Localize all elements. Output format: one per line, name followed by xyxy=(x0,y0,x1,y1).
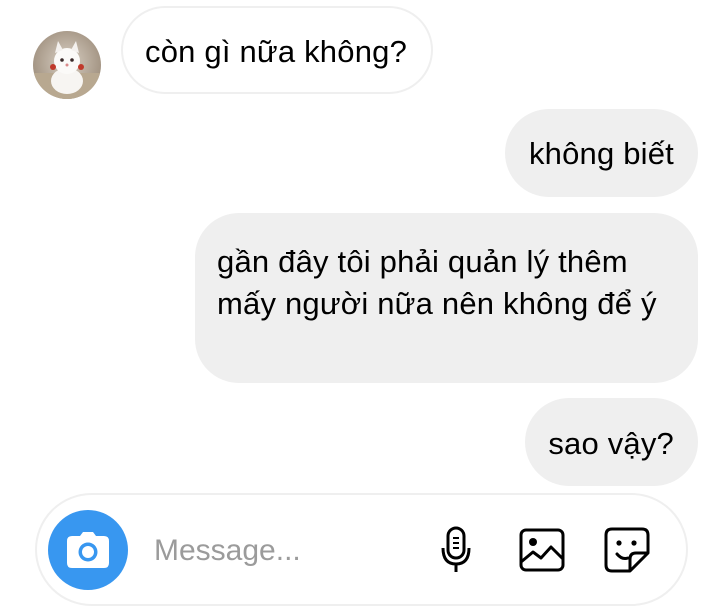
message-text: sao vậy? xyxy=(548,426,674,461)
avatar[interactable] xyxy=(33,31,101,99)
microphone-button[interactable] xyxy=(431,523,481,577)
gallery-button[interactable] xyxy=(517,523,567,577)
gallery-icon xyxy=(519,528,565,572)
incoming-message-bubble[interactable]: còn gì nữa không? xyxy=(121,6,434,94)
outgoing-message-bubble[interactable]: không biết xyxy=(504,109,698,197)
chat-screen: còn gì nữa không? không biết gần đây tôi… xyxy=(0,0,720,616)
avatar-photo xyxy=(33,31,101,99)
outgoing-message-bubble[interactable]: sao vậy? xyxy=(525,398,698,486)
message-text: còn gì nữa không? xyxy=(145,34,408,69)
message-composer xyxy=(35,493,688,606)
message-input[interactable] xyxy=(154,529,414,573)
microphone-icon xyxy=(441,526,471,572)
camera-button[interactable] xyxy=(48,510,128,590)
sticker-icon xyxy=(604,527,650,573)
outgoing-message-bubble[interactable]: gần đây tôi phải quản lý thêm mấy người … xyxy=(195,213,698,383)
message-text: gần đây tôi phải quản lý thêm mấy người … xyxy=(217,244,657,321)
camera-icon xyxy=(67,532,109,568)
sticker-button[interactable] xyxy=(602,523,652,577)
message-text: không biết xyxy=(528,136,674,171)
